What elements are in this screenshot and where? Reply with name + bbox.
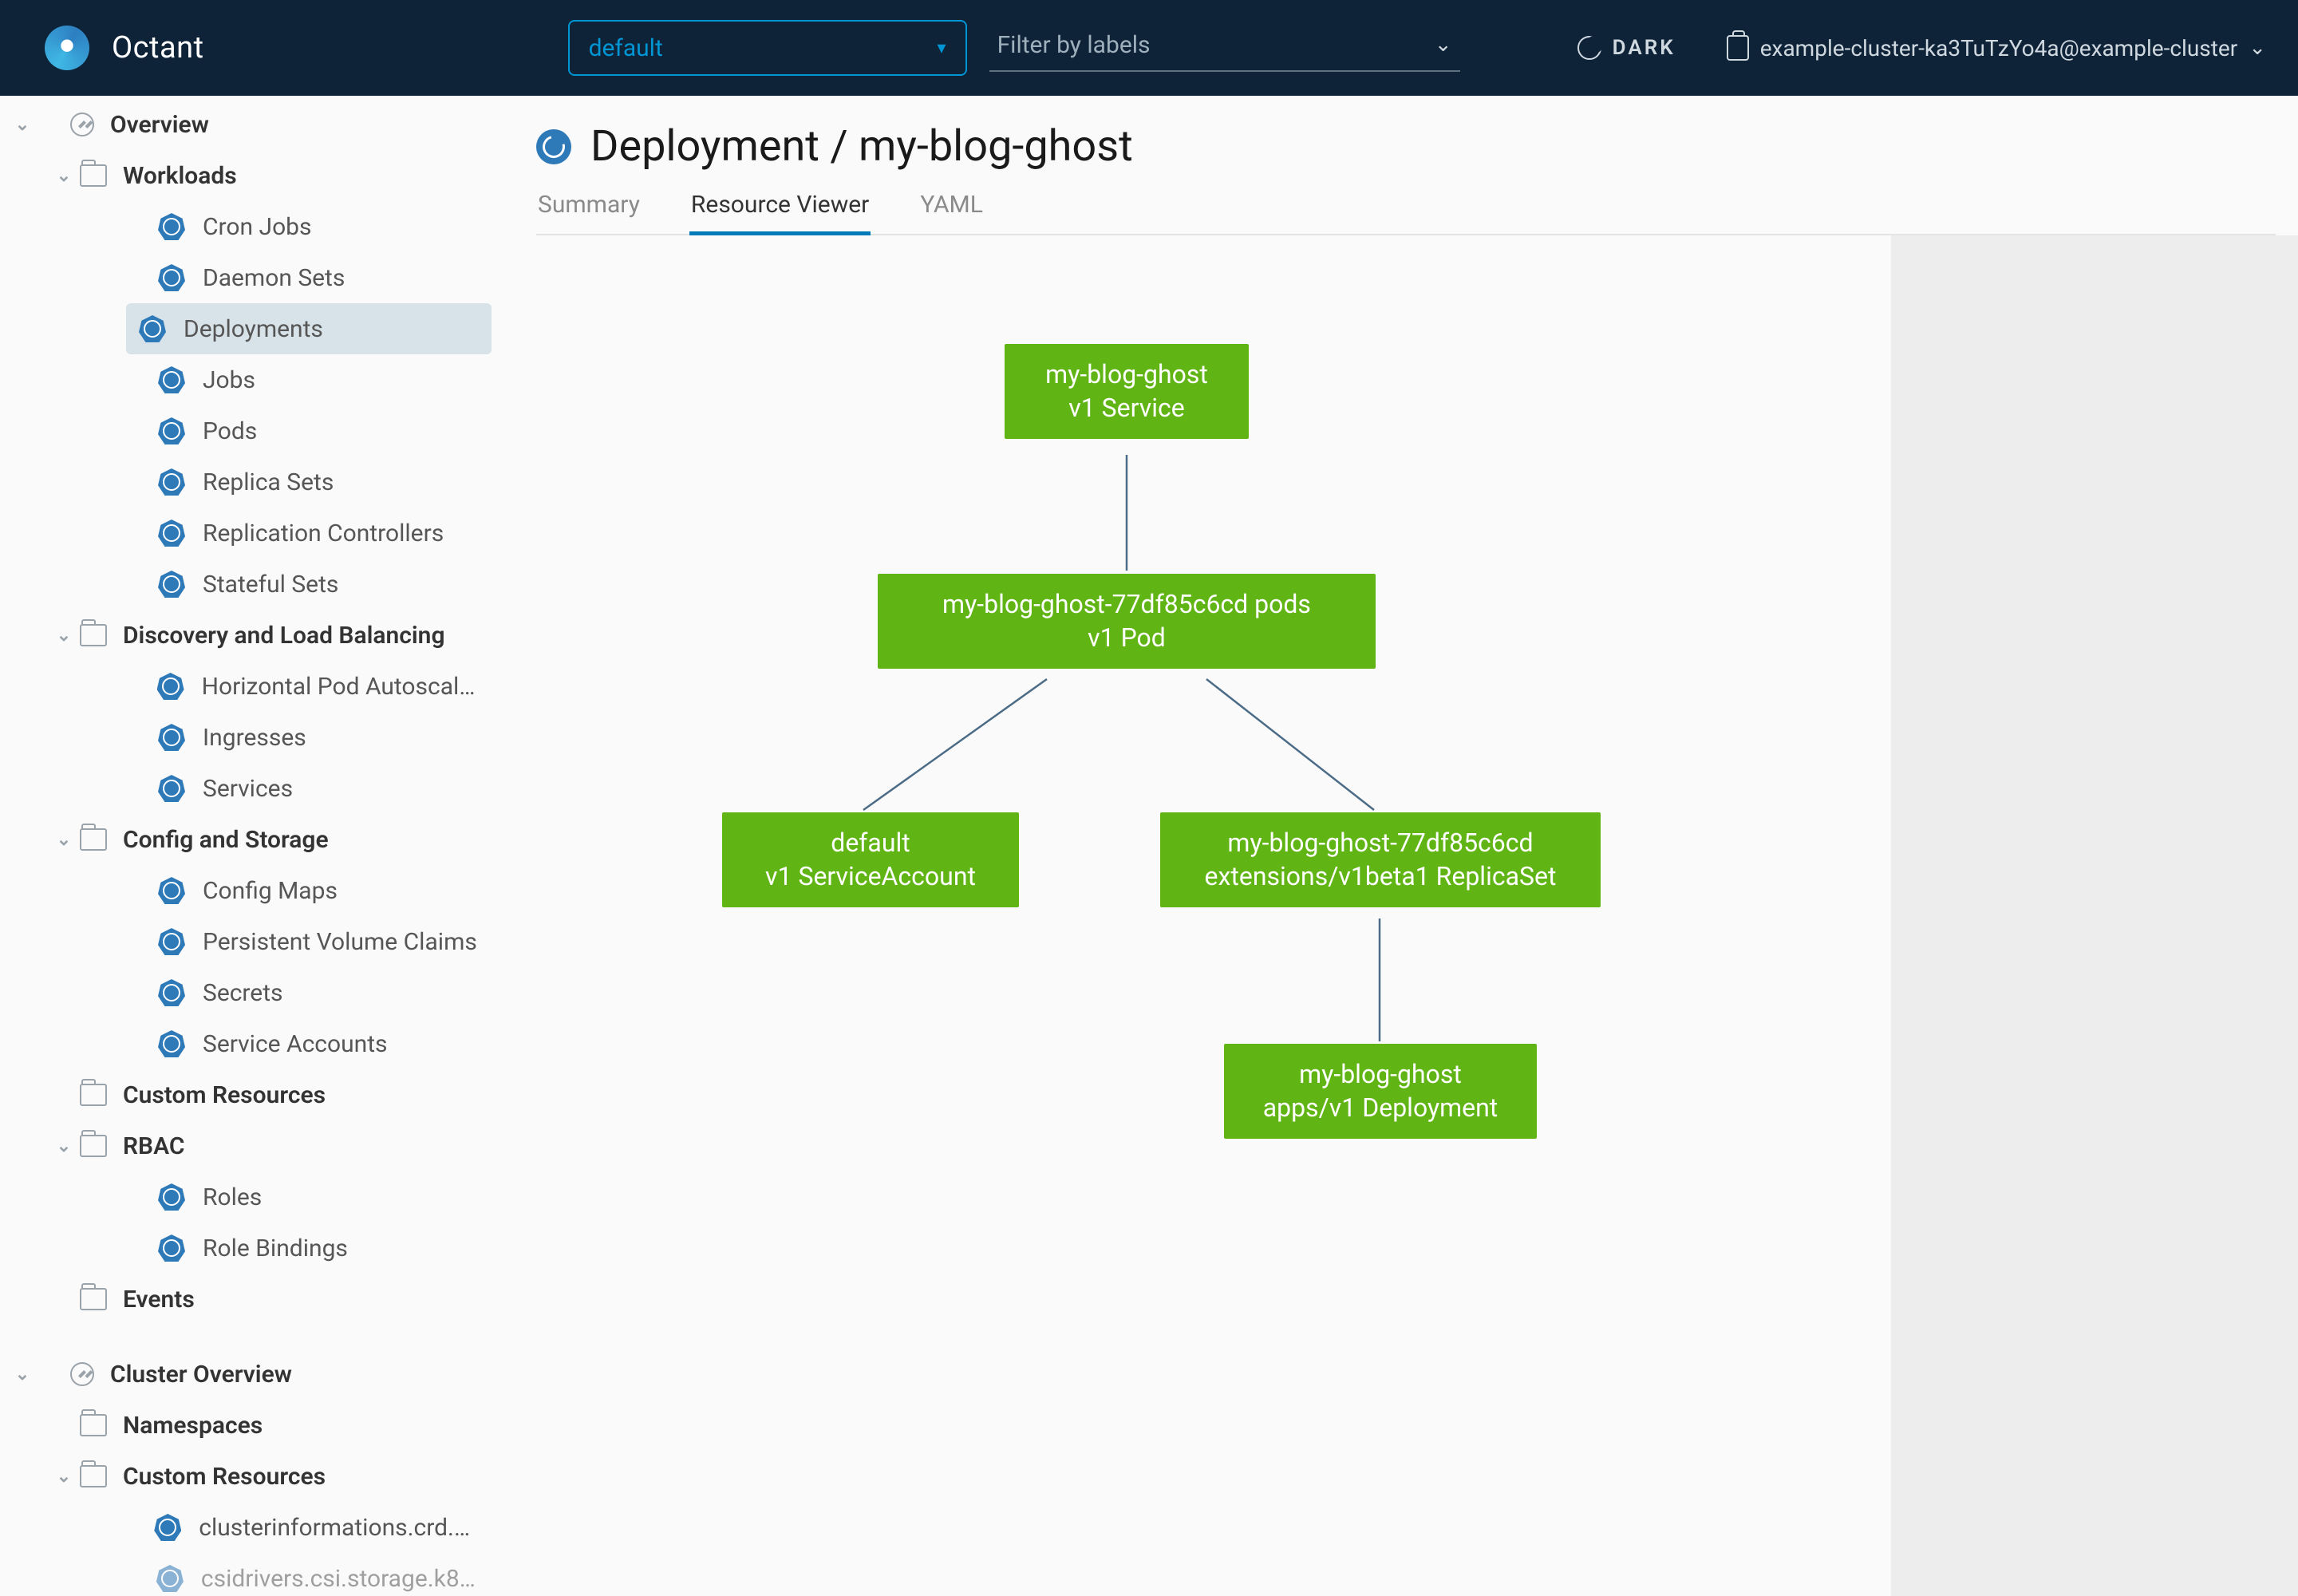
sidebar-item-service-accounts[interactable]: Service Accounts	[0, 1018, 498, 1069]
deployment-icon	[536, 129, 571, 164]
sidebar-group-events[interactable]: Events	[0, 1274, 498, 1325]
namespace-select[interactable]: default ▾	[568, 20, 967, 76]
tab-summary[interactable]: Summary	[536, 191, 642, 234]
caret-down-icon: ▾	[938, 38, 946, 58]
sidebar-item-pods[interactable]: Pods	[0, 405, 498, 456]
chevron-down-icon: ⌄	[48, 1136, 80, 1156]
chevron-down-icon: ⌄	[48, 1467, 80, 1487]
folder-icon	[80, 624, 107, 646]
graph-edges	[536, 235, 1891, 1596]
graph-node-service[interactable]: my-blog-ghost v1 Service	[1005, 344, 1249, 439]
sidebar-item-replication-controllers[interactable]: Replication Controllers	[0, 508, 498, 559]
sidebar-item-deployments[interactable]: Deployments	[126, 303, 492, 354]
dark-label: DARK	[1613, 36, 1676, 60]
sidebar-item-daemon-sets[interactable]: Daemon Sets	[0, 252, 498, 303]
k8s-icon	[157, 673, 184, 700]
brand-name: Octant	[112, 30, 204, 65]
folder-icon	[80, 828, 107, 851]
k8s-icon	[158, 571, 185, 598]
graph-node-pod[interactable]: my-blog-ghost-77df85c6cd pods v1 Pod	[878, 574, 1376, 669]
sidebar-item-services[interactable]: Services	[0, 763, 498, 814]
cluster-context-select[interactable]: example-cluster-ka3TuTzYo4a@example-clus…	[1727, 35, 2266, 61]
sidebar-section-overview[interactable]: ⌄ Overview	[0, 99, 498, 150]
k8s-icon	[158, 1183, 185, 1211]
k8s-icon	[158, 1235, 185, 1262]
chevron-down-icon: ⌄	[48, 626, 80, 646]
compass-icon	[70, 113, 94, 136]
folder-icon	[80, 1465, 107, 1487]
k8s-icon	[156, 1565, 184, 1592]
k8s-icon	[158, 213, 185, 240]
sidebar-group-discovery[interactable]: ⌄ Discovery and Load Balancing	[0, 610, 498, 661]
chevron-down-icon: ⌄	[6, 1365, 38, 1385]
main-content: Deployment / my-blog-ghost Summary Resou…	[498, 96, 2298, 1596]
graph-node-replicaset[interactable]: my-blog-ghost-77df85c6cd extensions/v1be…	[1160, 812, 1601, 907]
sidebar-item-clusterinformations[interactable]: clusterinformations.crd.projec	[0, 1502, 498, 1553]
sidebar-item-csidrivers[interactable]: csidrivers.csi.storage.k8s.io	[0, 1553, 498, 1596]
chevron-down-icon: ⌄	[48, 166, 80, 186]
page-title: Deployment / my-blog-ghost	[590, 121, 1133, 172]
sidebar-group-namespaces[interactable]: Namespaces	[0, 1400, 498, 1451]
sidebar-item-cron-jobs[interactable]: Cron Jobs	[0, 201, 498, 252]
k8s-icon	[158, 366, 185, 393]
tab-yaml[interactable]: YAML	[918, 191, 985, 234]
sidebar-item-roles[interactable]: Roles	[0, 1171, 498, 1223]
content-tabs: Summary Resource Viewer YAML	[536, 191, 2276, 235]
sidebar-item-config-maps[interactable]: Config Maps	[0, 865, 498, 916]
sidebar-group-workloads[interactable]: ⌄ Workloads	[0, 150, 498, 201]
octant-logo-icon	[45, 26, 89, 70]
namespace-value: default	[589, 34, 663, 62]
sidebar-group-config-storage[interactable]: ⌄ Config and Storage	[0, 814, 498, 865]
k8s-icon	[158, 468, 185, 496]
filter-placeholder: Filter by labels	[997, 31, 1151, 59]
chevron-down-icon: ⌄	[48, 830, 80, 850]
k8s-icon	[158, 417, 185, 444]
moon-icon	[1577, 36, 1601, 60]
folder-icon	[80, 1414, 107, 1436]
sidebar-item-replica-sets[interactable]: Replica Sets	[0, 456, 498, 508]
sidebar-item-hpa[interactable]: Horizontal Pod Autoscalers	[0, 661, 498, 712]
sidebar-item-role-bindings[interactable]: Role Bindings	[0, 1223, 498, 1274]
sidebar-section-cluster-overview[interactable]: ⌄ Cluster Overview	[0, 1349, 498, 1400]
k8s-icon	[154, 1514, 181, 1541]
sidebar-group-custom-resources[interactable]: Custom Resources	[0, 1069, 498, 1120]
k8s-icon	[158, 724, 185, 751]
sidebar-group-cluster-custom-resources[interactable]: ⌄ Custom Resources	[0, 1451, 498, 1502]
folder-icon	[80, 1084, 107, 1106]
k8s-icon	[158, 928, 185, 955]
graph-node-service-account[interactable]: default v1 ServiceAccount	[722, 812, 1019, 907]
sidebar-item-secrets[interactable]: Secrets	[0, 967, 498, 1018]
compass-icon	[70, 1362, 94, 1386]
k8s-icon	[158, 775, 185, 802]
chevron-down-icon: ⌄	[6, 115, 38, 135]
context-value: example-cluster-ka3TuTzYo4a@example-clus…	[1760, 35, 2238, 61]
folder-icon	[80, 1288, 107, 1310]
folder-icon	[80, 164, 107, 187]
dark-mode-toggle[interactable]: DARK	[1577, 36, 1676, 60]
tab-resource-viewer[interactable]: Resource Viewer	[689, 191, 871, 235]
sidebar-item-pvc[interactable]: Persistent Volume Claims	[0, 916, 498, 967]
folder-icon	[80, 1135, 107, 1157]
chevron-down-icon: ⌄	[2249, 36, 2266, 60]
app-header: Octant default ▾ Filter by labels ⌄ DARK…	[0, 0, 2298, 96]
resource-graph[interactable]: my-blog-ghost v1 Service my-blog-ghost-7…	[536, 235, 1891, 1596]
sidebar-item-jobs[interactable]: Jobs	[0, 354, 498, 405]
k8s-icon	[158, 519, 185, 547]
sidebar-nav: ⌄ Overview ⌄ Workloads Cron Jobs Daemon …	[0, 96, 498, 1596]
k8s-icon	[158, 877, 185, 904]
chevron-down-icon: ⌄	[1435, 33, 1452, 57]
sidebar-item-stateful-sets[interactable]: Stateful Sets	[0, 559, 498, 610]
k8s-icon	[158, 979, 185, 1006]
k8s-icon	[158, 264, 185, 291]
details-side-panel	[1891, 235, 2298, 1596]
sidebar-group-rbac[interactable]: ⌄ RBAC	[0, 1120, 498, 1171]
clipboard-icon	[1727, 35, 1749, 61]
label-filter-input[interactable]: Filter by labels ⌄	[989, 24, 1460, 72]
k8s-icon	[158, 1030, 185, 1057]
graph-node-deployment[interactable]: my-blog-ghost apps/v1 Deployment	[1224, 1044, 1537, 1139]
k8s-icon	[139, 315, 166, 342]
sidebar-item-ingresses[interactable]: Ingresses	[0, 712, 498, 763]
